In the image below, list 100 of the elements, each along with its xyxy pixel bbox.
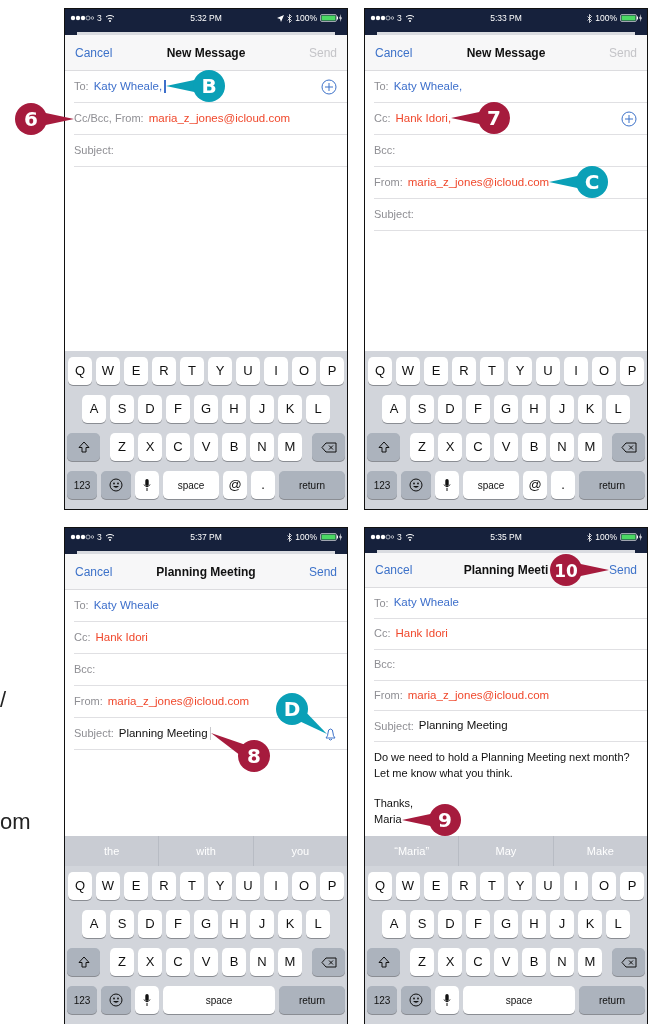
keyboard-key[interactable]: H <box>222 910 246 938</box>
keyboard-key[interactable]: I <box>564 872 588 900</box>
keyboard-key[interactable]: B <box>222 948 246 976</box>
emoji-key[interactable] <box>101 986 131 1014</box>
shift-key[interactable] <box>67 948 100 976</box>
keyboard-key[interactable]: . <box>251 471 275 499</box>
keyboard-key[interactable]: Z <box>110 433 134 461</box>
dictation-key[interactable] <box>435 471 459 499</box>
keyboard-key[interactable]: E <box>124 872 148 900</box>
keyboard-key[interactable]: Y <box>508 872 532 900</box>
numbers-key[interactable]: 123 <box>367 471 397 499</box>
keyboard-key[interactable]: T <box>480 872 504 900</box>
add-contact-button[interactable] <box>321 78 337 95</box>
delete-key[interactable] <box>612 433 645 461</box>
keyboard-key[interactable]: N <box>550 433 574 461</box>
keyboard-key[interactable]: S <box>410 395 434 423</box>
emoji-key[interactable] <box>401 471 431 499</box>
keyboard-key[interactable]: V <box>494 433 518 461</box>
keyboard-key[interactable]: W <box>396 872 420 900</box>
return-key[interactable]: return <box>579 471 645 499</box>
keyboard-key[interactable]: R <box>452 357 476 385</box>
dictation-key[interactable] <box>135 986 159 1014</box>
numbers-key[interactable]: 123 <box>67 471 97 499</box>
keyboard-key[interactable]: R <box>152 872 176 900</box>
keyboard-key[interactable]: L <box>306 395 330 423</box>
keyboard-key[interactable]: K <box>578 395 602 423</box>
keyboard-key[interactable]: P <box>620 872 644 900</box>
keyboard-key[interactable]: V <box>494 948 518 976</box>
keyboard-key[interactable]: M <box>278 948 302 976</box>
keyboard-key[interactable]: K <box>578 910 602 938</box>
keyboard-key[interactable]: U <box>236 357 260 385</box>
keyboard-key[interactable]: T <box>180 872 204 900</box>
keyboard-key[interactable]: E <box>124 357 148 385</box>
keyboard-key[interactable]: X <box>438 433 462 461</box>
keyboard-key[interactable]: S <box>110 910 134 938</box>
keyboard-key[interactable]: X <box>138 948 162 976</box>
keyboard-key[interactable]: @ <box>523 471 547 499</box>
emoji-key[interactable] <box>101 471 131 499</box>
keyboard-key[interactable]: L <box>606 910 630 938</box>
keyboard-key[interactable]: P <box>320 357 344 385</box>
keyboard-key[interactable]: Z <box>410 948 434 976</box>
keyboard-key[interactable]: L <box>306 910 330 938</box>
keyboard-key[interactable]: W <box>96 357 120 385</box>
keyboard-key[interactable]: I <box>264 872 288 900</box>
keyboard-key[interactable]: O <box>292 872 316 900</box>
keyboard-key[interactable]: K <box>278 910 302 938</box>
keyboard-key[interactable]: E <box>424 872 448 900</box>
keyboard-key[interactable]: R <box>152 357 176 385</box>
keyboard-key[interactable]: F <box>466 395 490 423</box>
keyboard-key[interactable]: . <box>551 471 575 499</box>
add-contact-button[interactable] <box>621 110 637 127</box>
keyboard-key[interactable]: D <box>138 395 162 423</box>
keyboard-key[interactable]: F <box>466 910 490 938</box>
keyboard-key[interactable]: N <box>550 948 574 976</box>
keyboard-key[interactable]: C <box>166 948 190 976</box>
cancel-button[interactable]: Cancel <box>75 43 113 62</box>
emoji-key[interactable] <box>401 986 431 1014</box>
keyboard-key[interactable]: A <box>382 395 406 423</box>
keyboard-key[interactable]: D <box>138 910 162 938</box>
space-key[interactable]: space <box>163 986 275 1014</box>
keyboard-key[interactable]: U <box>236 872 260 900</box>
keyboard-key[interactable]: Z <box>110 948 134 976</box>
keyboard-key[interactable]: T <box>180 357 204 385</box>
delete-key[interactable] <box>312 433 345 461</box>
keyboard-key[interactable]: G <box>194 910 218 938</box>
bell-icon[interactable] <box>324 726 337 741</box>
keyboard-key[interactable]: B <box>522 948 546 976</box>
keyboard-key[interactable]: F <box>166 395 190 423</box>
keyboard-key[interactable]: C <box>466 948 490 976</box>
keyboard-key[interactable]: L <box>606 395 630 423</box>
keyboard-key[interactable]: H <box>522 910 546 938</box>
keyboard-key[interactable]: S <box>410 910 434 938</box>
dictation-key[interactable] <box>435 986 459 1014</box>
delete-key[interactable] <box>312 948 345 976</box>
keyboard-key[interactable]: Y <box>508 357 532 385</box>
keyboard-key[interactable]: N <box>250 433 274 461</box>
keyboard-key[interactable]: H <box>222 395 246 423</box>
keyboard-key[interactable]: V <box>194 433 218 461</box>
shift-key[interactable] <box>367 948 400 976</box>
shift-key[interactable] <box>367 433 400 461</box>
keyboard-key[interactable]: D <box>438 395 462 423</box>
keyboard-key[interactable]: Q <box>368 872 392 900</box>
send-button[interactable]: Send <box>308 562 337 581</box>
keyboard-key[interactable]: G <box>194 395 218 423</box>
keyboard-key[interactable]: J <box>550 910 574 938</box>
keyboard-key[interactable]: M <box>578 948 602 976</box>
return-key[interactable]: return <box>579 986 645 1014</box>
keyboard-key[interactable]: P <box>320 872 344 900</box>
keyboard-key[interactable]: N <box>250 948 274 976</box>
space-key[interactable]: space <box>163 471 219 499</box>
keyboard-key[interactable]: F <box>166 910 190 938</box>
shift-key[interactable] <box>67 433 100 461</box>
keyboard-key[interactable]: J <box>250 910 274 938</box>
keyboard-key[interactable]: Z <box>410 433 434 461</box>
keyboard-key[interactable]: A <box>82 395 106 423</box>
keyboard-key[interactable]: O <box>592 357 616 385</box>
numbers-key[interactable]: 123 <box>67 986 97 1014</box>
keyboard-key[interactable]: H <box>522 395 546 423</box>
keyboard-key[interactable]: Q <box>68 357 92 385</box>
keyboard-key[interactable]: Y <box>208 357 232 385</box>
